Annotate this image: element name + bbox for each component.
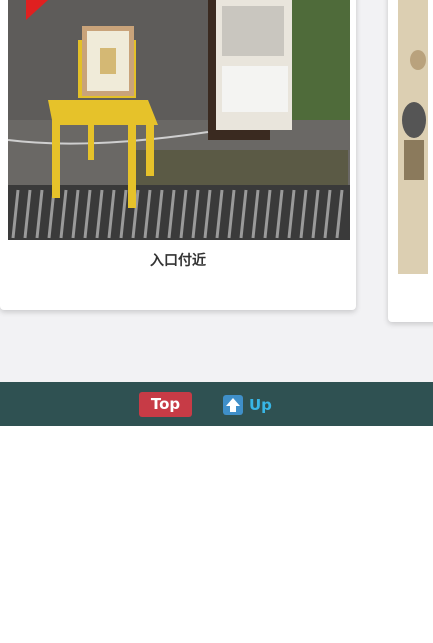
content-area: 入口付近 (0, 0, 433, 382)
gallery-card[interactable]: 入口付近 (0, 0, 356, 310)
footer-bar (0, 382, 433, 426)
photo-caption: 入口付近 (150, 253, 206, 269)
up-link[interactable]: Up (223, 394, 272, 416)
up-label: Up (249, 396, 272, 414)
arrow-up-icon (223, 395, 243, 415)
top-button[interactable]: Top (139, 392, 192, 417)
entrance-photo (8, 0, 350, 240)
next-gallery-card[interactable] (388, 0, 433, 322)
next-photo (398, 0, 428, 274)
next-photo-illustration (398, 0, 428, 274)
photo-illustration (8, 0, 350, 240)
